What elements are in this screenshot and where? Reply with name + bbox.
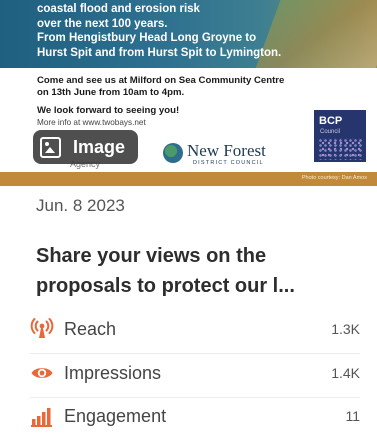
post-title[interactable]: Share your views on the proposals to pro…: [36, 241, 356, 301]
new-forest-logo-subtext: DISTRICT COUNCIL: [193, 160, 264, 166]
bcp-council-logo: BCP Council: [314, 110, 366, 162]
media-type-label: Image: [73, 136, 126, 157]
metric-value: 1.4K: [331, 365, 360, 381]
post-date: Jun. 8 2023: [36, 196, 125, 215]
look-forward-line: We look forward to seeing you!: [37, 105, 180, 116]
divider: [30, 353, 360, 354]
metric-value: 1.3K: [331, 321, 360, 337]
banner-line: From Hengistbury Head Long Groyne to: [37, 32, 257, 44]
new-forest-logo-text: New Forest: [187, 141, 266, 160]
new-forest-emblem-icon: [163, 143, 183, 163]
bar-chart-icon: [31, 408, 52, 427]
eye-icon: [31, 368, 53, 378]
invite-line: Come and see us at Milford on Sea Commun…: [37, 75, 285, 86]
photo-credit: Photo courtesy: Dan Amos: [301, 175, 367, 181]
metric-label: Engagement: [64, 405, 167, 426]
metric-reach: Reach 1.3K: [30, 314, 360, 344]
new-forest-council-logo: New Forest DISTRICT COUNCIL: [163, 141, 283, 167]
broadcast-icon: [30, 318, 54, 338]
divider: [30, 397, 360, 398]
metric-value: 11: [345, 408, 360, 424]
image-footer-bar: Photo courtesy: Dan Amos: [0, 172, 377, 186]
banner-line: Hurst Spit and from Hurst Spit to Lyming…: [37, 46, 282, 59]
image-banner: coastal flood and erosion risk over the …: [0, 0, 377, 68]
post-card[interactable]: coastal flood and erosion risk over the …: [0, 0, 377, 444]
media-type-badge: Image: [33, 130, 138, 164]
metric-engagement: Engagement 11: [30, 401, 360, 431]
metric-label: Reach: [64, 318, 117, 339]
post-image[interactable]: coastal flood and erosion risk over the …: [0, 0, 377, 186]
image-invite-text: Come and see us at Milford on Sea Commun…: [37, 75, 297, 128]
bcp-logo-text: BCP: [319, 115, 343, 127]
banner-line: coastal flood and erosion risk: [37, 3, 200, 15]
banner-line: over the next 100 years.: [37, 17, 168, 30]
metric-label: Impressions: [64, 362, 162, 383]
more-info-line: More info at www.twobays.net: [37, 117, 146, 127]
bcp-logo-subtext: Council: [320, 129, 341, 135]
image-icon: [40, 136, 61, 158]
banner-text: coastal flood and erosion risk over the …: [37, 2, 297, 60]
metric-impressions: Impressions 1.4K: [30, 358, 360, 388]
invite-line: on 13th June from 10am to 4pm.: [37, 86, 185, 98]
